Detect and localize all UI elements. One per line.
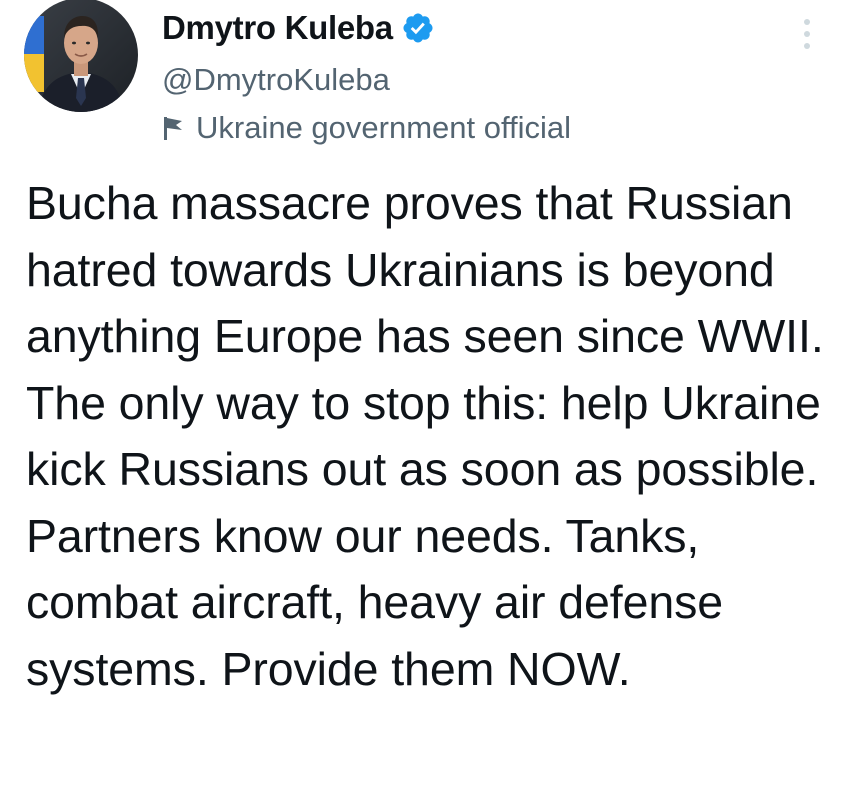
display-name[interactable]: Dmytro Kuleba — [162, 9, 393, 47]
verified-badge-icon — [401, 11, 435, 45]
flag-icon — [162, 114, 186, 142]
tweet-card: Dmytro Kuleba @DmytroKuleba Ukraine gove… — [0, 0, 850, 800]
affiliation-label: Ukraine government official — [162, 108, 770, 148]
tweet-text: Bucha massacre proves that Russian hatre… — [26, 177, 836, 695]
name-row: Dmytro Kuleba — [162, 6, 770, 50]
user-handle[interactable]: @DmytroKuleba — [162, 60, 770, 100]
profile-photo-icon — [24, 0, 138, 112]
affiliation-label-text: Ukraine government official — [196, 110, 572, 145]
avatar[interactable] — [24, 0, 138, 112]
author-block: Dmytro Kuleba @DmytroKuleba Ukraine gove… — [162, 6, 770, 148]
more-options-button[interactable] — [790, 14, 824, 54]
more-options-icon — [804, 19, 810, 49]
